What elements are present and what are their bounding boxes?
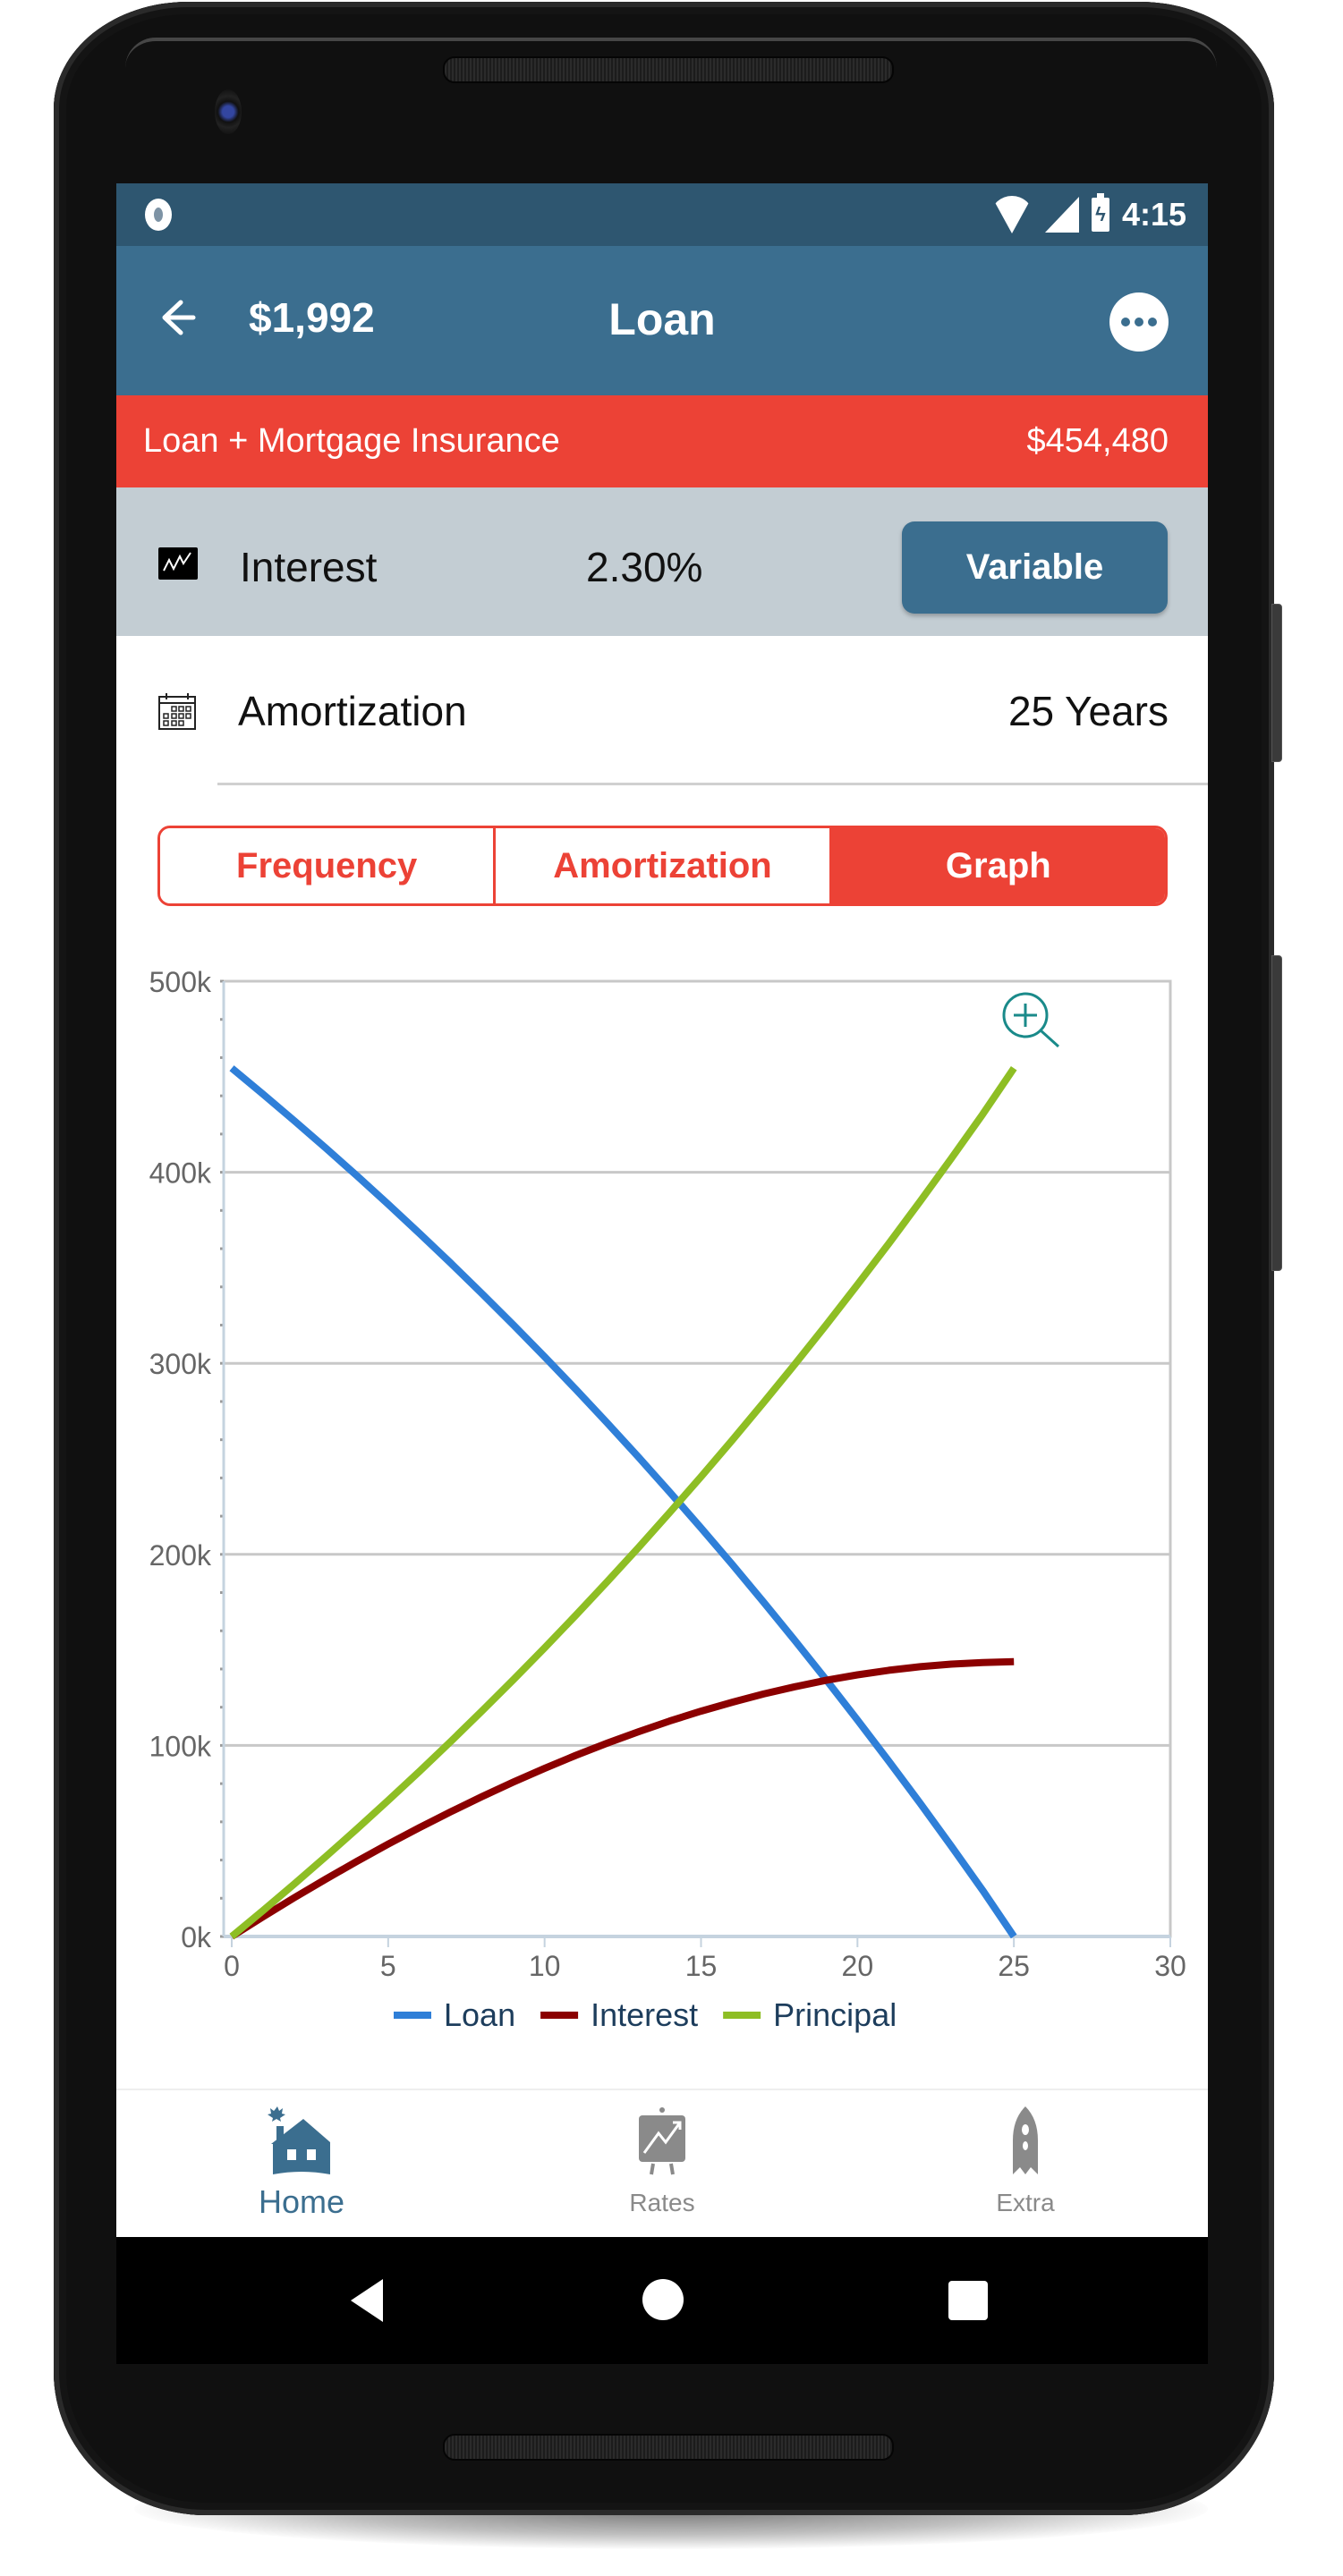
- amortization-value[interactable]: 25 Years: [1008, 687, 1169, 735]
- divider: [217, 783, 1208, 785]
- bottom-nav: Home Rates Extra: [116, 2089, 1208, 2239]
- bottom-speaker: [443, 2434, 894, 2461]
- interest-rate-value[interactable]: 2.30%: [586, 543, 702, 591]
- rocket-icon: [1013, 2106, 1038, 2174]
- app-bar: $1,992 Loan: [116, 246, 1208, 395]
- loan-insurance-bar: Loan + Mortgage Insurance $454,480: [116, 395, 1208, 487]
- wifi-icon: [990, 196, 1033, 233]
- y-tick-label: 400k: [149, 1157, 212, 1190]
- y-tick-label: 100k: [149, 1730, 212, 1762]
- nav-home[interactable]: Home: [167, 2090, 436, 2239]
- calendar-icon: [158, 693, 196, 730]
- home-circle-icon[interactable]: [642, 2279, 684, 2320]
- volume-button: [1271, 604, 1282, 762]
- recents-square-icon[interactable]: [948, 2281, 988, 2320]
- screen: ϟ 4:15 $1,992 Loan Loan + Mortgage Insur…: [116, 183, 1208, 2364]
- system-nav-bar: [116, 2237, 1208, 2364]
- tab-frequency[interactable]: Frequency: [160, 828, 494, 903]
- nav-rates-label: Rates: [629, 2189, 695, 2216]
- view-tabs: Frequency Amortization Graph: [157, 826, 1168, 906]
- amortization-row[interactable]: Amortization 25 Years: [116, 636, 1208, 784]
- x-tick-label: 5: [380, 1950, 396, 1982]
- chart-svg: 0k 100k 200k 300k 400k 500k 0 5 10 15 20 25 30 Loan In…: [149, 966, 1186, 2033]
- legend-label-loan: Loan: [444, 1996, 515, 2033]
- x-tick-label: 20: [842, 1950, 874, 1982]
- notification-circle-icon: [145, 199, 172, 231]
- nav-extra-label: Extra: [996, 2189, 1055, 2216]
- status-icons: ϟ 4:15: [990, 192, 1186, 237]
- x-tick-label: 30: [1154, 1950, 1186, 1982]
- y-tick-label: 500k: [149, 966, 212, 998]
- nav-home-label: Home: [258, 2183, 345, 2220]
- x-tick-label: 25: [998, 1950, 1030, 1982]
- loan-insurance-value: $454,480: [1026, 422, 1169, 460]
- x-tick-label: 15: [685, 1950, 718, 1982]
- earpiece-speaker: [443, 56, 894, 83]
- variable-rate-button[interactable]: Variable: [902, 521, 1168, 614]
- nav-extra[interactable]: Extra: [891, 2090, 1160, 2239]
- x-tick-label: 0: [224, 1950, 240, 1982]
- legend-label-interest: Interest: [591, 1996, 698, 2033]
- interest-row[interactable]: Interest 2.30% Variable: [116, 487, 1208, 636]
- power-button: [1271, 955, 1282, 1271]
- status-time: 4:15: [1121, 196, 1186, 233]
- front-camera: [215, 89, 242, 134]
- rates-chart-icon: [639, 2107, 685, 2175]
- more-dot: [1135, 318, 1143, 326]
- y-tick-label: 200k: [149, 1539, 212, 1572]
- battery-charging-icon: ϟ: [1091, 193, 1109, 232]
- y-tick-label: 0k: [181, 1921, 212, 1953]
- tab-amortization[interactable]: Amortization: [493, 828, 829, 903]
- tab-graph[interactable]: Graph: [829, 828, 1165, 903]
- status-bar: ϟ 4:15: [116, 183, 1208, 246]
- interest-label: Interest: [240, 544, 378, 590]
- loan-chart: 0k 100k 200k 300k 400k 500k 0 5 10 15 20 25 30 Loan In…: [116, 953, 1208, 2267]
- home-icon: [268, 2106, 330, 2174]
- line-chart-icon: [158, 547, 198, 580]
- back-triangle-icon[interactable]: [351, 2279, 383, 2322]
- plot-area: [222, 979, 1172, 1938]
- amortization-label: Amortization: [238, 688, 467, 734]
- signal-icon: [1044, 197, 1079, 233]
- legend-label-principal: Principal: [773, 1996, 897, 2033]
- more-options-button[interactable]: [1109, 292, 1169, 352]
- y-tick-label: 300k: [149, 1348, 212, 1380]
- nav-rates[interactable]: Rates: [528, 2090, 796, 2239]
- x-tick-label: 10: [529, 1950, 561, 1982]
- more-horizontal-icon: [1121, 318, 1130, 326]
- more-dot: [1148, 318, 1157, 326]
- page-title: Loan: [608, 294, 716, 344]
- loan-insurance-label: Loan + Mortgage Insurance: [143, 422, 560, 460]
